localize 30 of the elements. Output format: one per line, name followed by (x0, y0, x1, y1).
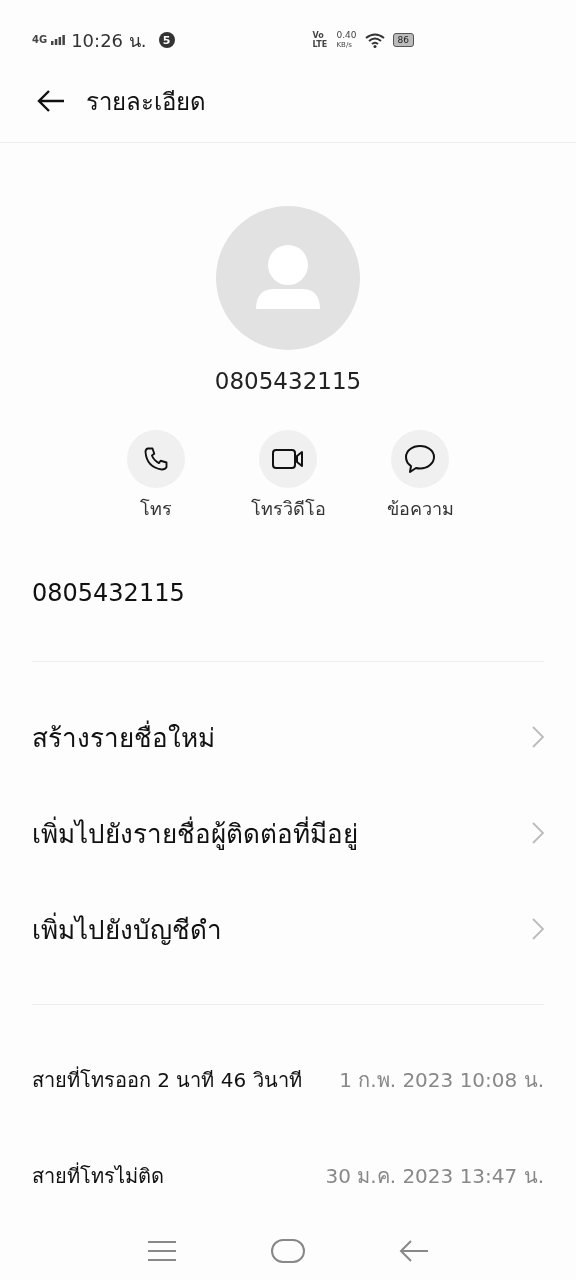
call-description: สายที่โทรออก 2 นาที 46 วินาที (32, 1065, 302, 1094)
menu-option[interactable]: เพิ่มไปยังบัญชีดำ (0, 881, 576, 977)
wifi-icon (364, 32, 385, 48)
phone-icon (142, 445, 170, 473)
home-icon[interactable] (270, 1238, 306, 1264)
battery-level: 86 (392, 33, 414, 47)
page-title: รายละเอียด (86, 86, 206, 118)
call-description: สายที่โทรไม่ติด (32, 1161, 164, 1190)
back-icon[interactable] (36, 89, 66, 113)
action-label: โทรวิดีโอ (250, 497, 326, 521)
menu-option[interactable]: สร้างรายชื่อใหม่ (0, 689, 576, 785)
clock-time: 10:26 น. (71, 28, 147, 53)
signal-icon (51, 35, 66, 45)
action-label: โทร (140, 497, 172, 521)
video-camera-icon (271, 447, 305, 471)
notification-count: 5 (158, 32, 175, 48)
action-label: ข้อความ (386, 497, 454, 521)
chevron-right-icon (532, 726, 544, 748)
chevron-right-icon (532, 918, 544, 940)
chevron-right-icon (532, 822, 544, 844)
volte-indicator: Vo LTE (312, 31, 329, 49)
call-time: 1 ก.พ. 2023 10:08 น. (339, 1067, 544, 1094)
network-type: 4G (32, 33, 48, 45)
menu-option[interactable]: เพิ่มไปยังรายชื่อผู้ติดต่อที่มีอยู่ (0, 785, 576, 881)
phone-number: 0805432115 (31, 578, 186, 609)
call-time: 30 ม.ค. 2023 13:47 น. (325, 1163, 544, 1190)
contact-name: 0805432115 (214, 368, 362, 394)
menu-icon[interactable] (146, 1240, 177, 1262)
network-speed: 0.40 (336, 30, 357, 40)
speech-bubble-icon (404, 444, 436, 474)
